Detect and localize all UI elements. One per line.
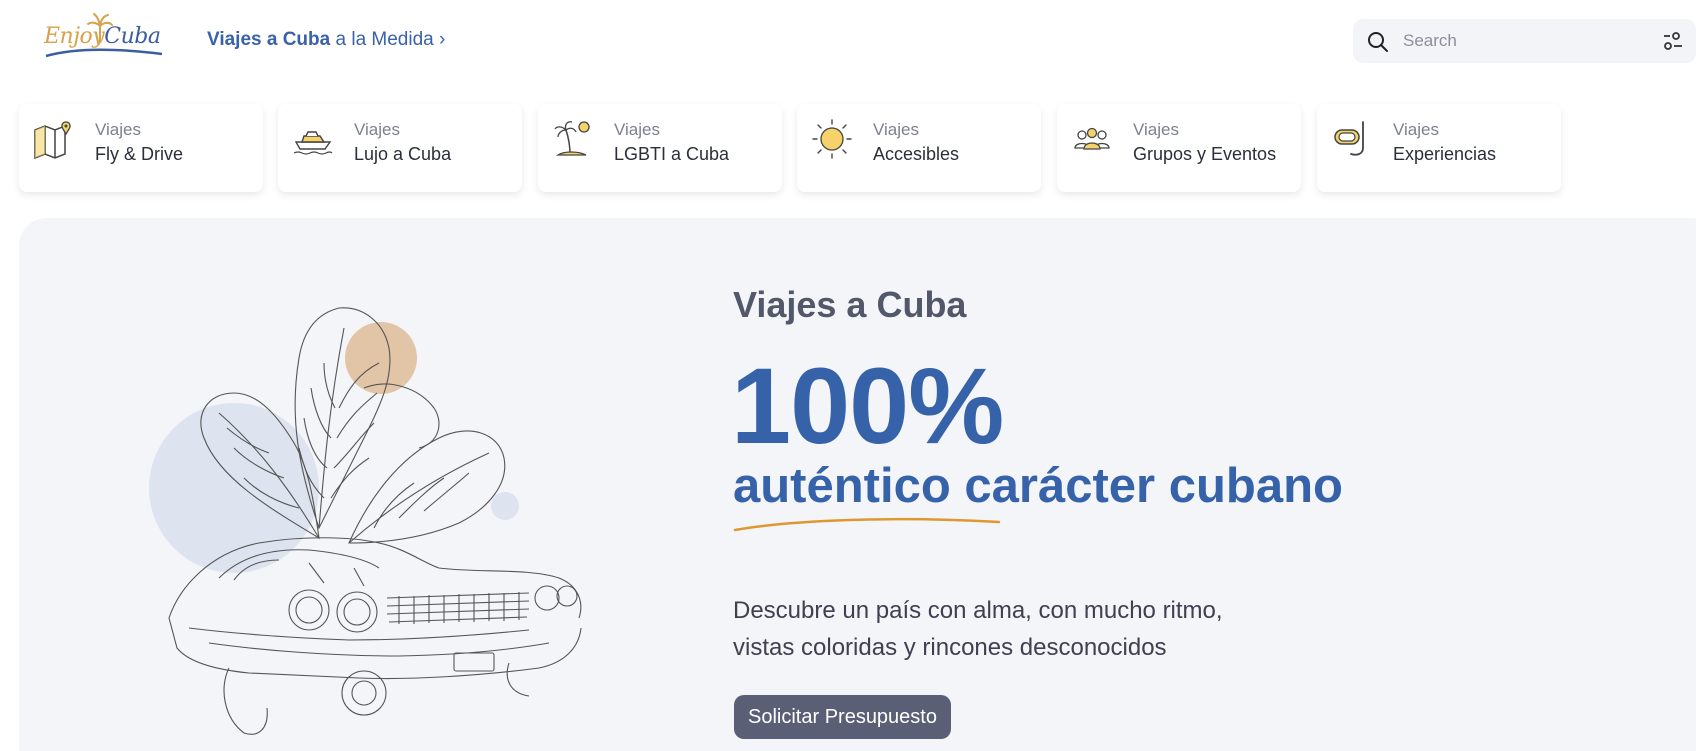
category-card-experiencias[interactable]: Viajes Experiencias — [1317, 104, 1561, 192]
snorkel-icon — [1334, 121, 1364, 156]
category-card-lgbti[interactable]: Viajes LGBTI a Cuba — [538, 104, 782, 192]
category-card-grupos[interactable]: Viajes Grupos y Eventos — [1057, 104, 1301, 192]
map-icon — [34, 121, 71, 160]
category-label-top: Viajes — [1133, 120, 1179, 139]
category-label: Fly & Drive — [95, 144, 184, 164]
hero-eyebrow: Viajes a Cuba — [733, 284, 967, 325]
tagline-link[interactable]: Viajes a Cuba a la Medida › — [207, 29, 445, 51]
category-label-top: Viajes — [95, 120, 141, 139]
hero-description-line: vistas coloridas y rincones desconocidos — [733, 634, 1167, 661]
hero-description-line: Descubre un país con alma, con mucho rit… — [733, 597, 1223, 624]
site-header: EnjoyCuba Viajes a Cuba a la Medida › — [0, 0, 1696, 80]
enjoy-cuba-logo[interactable]: EnjoyCuba — [44, 12, 164, 62]
category-label: Grupos y Eventos — [1133, 144, 1277, 164]
group-icon — [1074, 127, 1110, 150]
hero-headline: auténtico carácter cubano — [733, 459, 1343, 513]
category-label: Accesibles — [873, 144, 960, 164]
logo-swoosh-icon — [45, 48, 163, 58]
search-input[interactable] — [1403, 29, 1623, 53]
request-quote-button[interactable]: Solicitar Presupuesto — [734, 695, 951, 739]
category-label-top: Viajes — [614, 120, 660, 139]
classic-car-illustration — [149, 307, 582, 735]
search-bar — [1353, 19, 1696, 63]
category-card-accesibles[interactable]: Viajes Accesibles — [797, 104, 1041, 192]
hero-underline-swoosh — [733, 517, 1001, 532]
category-label-top: Viajes — [354, 120, 400, 139]
search-icon — [1368, 32, 1388, 52]
category-label-top: Viajes — [873, 120, 919, 139]
palm-island-icon — [554, 121, 590, 156]
hero-description: Descubre un país con alma, con mucho rit… — [733, 592, 1293, 666]
yacht-icon — [293, 131, 333, 155]
category-label-top: Viajes — [1393, 120, 1439, 139]
category-cards: Viajes Fly & Drive Viajes Lujo a Cuba Vi… — [19, 104, 1696, 192]
category-card-fly-drive[interactable]: Viajes Fly & Drive — [19, 104, 263, 192]
category-card-lujo[interactable]: Viajes Lujo a Cuba — [278, 104, 522, 192]
category-label: Experiencias — [1393, 144, 1497, 164]
hero-section: Viajes a Cuba 100% auténtico carácter cu… — [19, 218, 1696, 751]
hero-headline-percent: 100% — [731, 345, 1004, 466]
category-label: Lujo a Cuba — [354, 144, 452, 164]
sun-icon — [812, 119, 852, 159]
filter-icon[interactable] — [1663, 32, 1683, 50]
category-label: LGBTI a Cuba — [614, 144, 730, 164]
